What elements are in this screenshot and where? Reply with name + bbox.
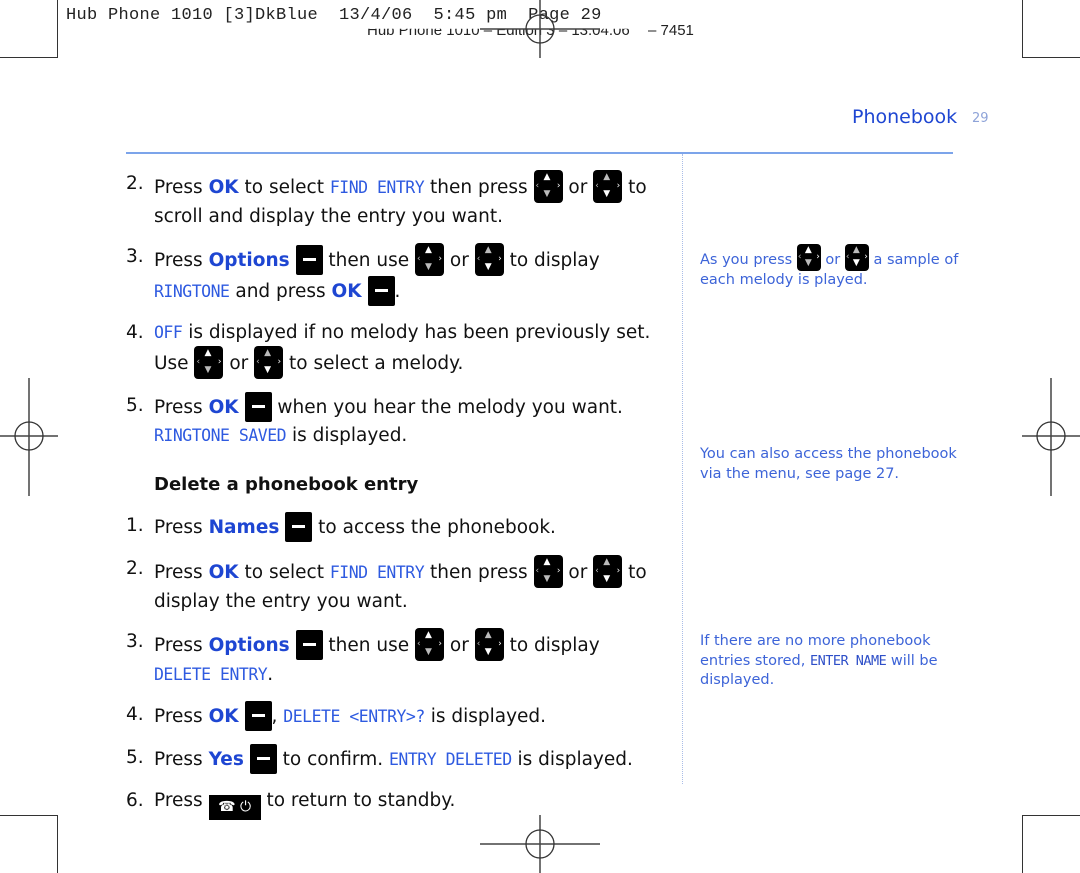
lcd-text: OFF (154, 323, 183, 342)
lcd-text: RINGTONE (154, 282, 230, 301)
registration-mark-right (1022, 378, 1080, 496)
nav-down-icon: ▲ ▼ ‹ › (844, 244, 869, 271)
step-b-3: 3. Press Options then use ▲ ▼ ‹ › or ▲ ▼ ‹ › t… (126, 628, 600, 685)
softkey-label-options: Options (208, 250, 290, 271)
crop-mark (1022, 57, 1080, 58)
softkey-icon (244, 701, 272, 731)
main-instructions: 2. Press OK to select FIND ENTRY then pr… (126, 170, 666, 833)
page-number: 29 (972, 111, 989, 126)
crop-mark (57, 815, 58, 873)
softkey-icon (249, 744, 277, 774)
step-b-5: 5. Press Yes to confirm. ENTRY DELETED i… (126, 744, 666, 774)
registration-mark-left (0, 378, 58, 496)
edition-slug-tail: – 7451 (648, 22, 694, 39)
step-a-2: 2. Press OK to select FIND ENTRY then pr… (126, 170, 647, 227)
nav-down-icon: ▲ ▼ ‹ › (474, 628, 504, 661)
lcd-text: RINGTONE SAVED (154, 426, 287, 445)
softkey-icon (285, 512, 313, 542)
side-note-empty: If there are no more phonebook entries s… (700, 633, 938, 688)
crop-mark (1022, 0, 1023, 58)
section-title: Phonebook (852, 106, 958, 128)
nav-down-icon: ▲ ▼ ‹ › (593, 555, 623, 588)
lcd-text: ENTRY DELETED (389, 750, 512, 769)
crop-mark (0, 57, 58, 58)
header-rule (126, 152, 953, 154)
nav-down-icon: ▲ ▼ ‹ › (254, 346, 284, 379)
step-a-3: 3. Press Options then use ▲ ▼ ‹ › or ▲ ▼ ‹ › t… (126, 243, 666, 306)
nav-up-icon: ▲ ▼ ‹ › (415, 628, 444, 661)
nav-down-icon: ▲ ▼ ‹ › (593, 170, 623, 203)
step-b-1: 1. Press Names to access the phonebook. (126, 512, 666, 542)
side-note-melody: As you press ▲ ▼ ‹ › or ▲ ▼ ‹ › a sample of ea… (700, 244, 959, 288)
crop-mark (1022, 815, 1023, 873)
step-a-5: 5. Press OK when you hear the melody you… (126, 392, 666, 449)
step-b-4: 4. Press OK , DELETE <ENTRY>? is display… (126, 701, 666, 731)
step-b-6: 6. Press ☎ ⏻ to return to standby. (126, 787, 666, 820)
softkey-icon (244, 392, 272, 422)
nav-up-icon: ▲ ▼ ‹ › (533, 555, 563, 588)
crop-mark (0, 815, 58, 816)
softkey-label-ok: OK (208, 177, 239, 198)
nav-up-icon: ▲ ▼ ‹ › (533, 170, 563, 203)
delete-entry-heading: Delete a phonebook entry (154, 474, 419, 495)
softkey-icon (295, 245, 323, 275)
crop-mark (57, 0, 58, 58)
lcd-text: DELETE <ENTRY>? (283, 707, 425, 726)
nav-up-icon: ▲ ▼ ‹ › (796, 244, 821, 271)
step-b-2: 2. Press OK to select FIND ENTRY then pr… (126, 555, 647, 612)
side-note-menu: You can also access the phonebook via th… (700, 446, 957, 482)
nav-down-icon: ▲ ▼ ‹ › (474, 243, 504, 276)
end-call-power-icon: ☎ ⏻ (208, 795, 261, 820)
nav-up-icon: ▲ ▼ ‹ › (415, 243, 444, 276)
step-a-4: 4. OFF is displayed if no melody has bee… (126, 319, 666, 379)
lcd-text: ENTER NAME (809, 652, 887, 669)
crop-mark (1022, 815, 1080, 816)
lcd-text: FIND ENTRY (329, 563, 425, 582)
nav-up-icon: ▲ ▼ ‹ › (194, 346, 224, 379)
registration-mark-top (480, 0, 600, 58)
softkey-icon (295, 630, 323, 660)
softkey-icon (367, 276, 395, 306)
column-divider (682, 154, 683, 784)
lcd-text: FIND ENTRY (329, 178, 425, 197)
lcd-text: DELETE ENTRY (154, 665, 268, 684)
